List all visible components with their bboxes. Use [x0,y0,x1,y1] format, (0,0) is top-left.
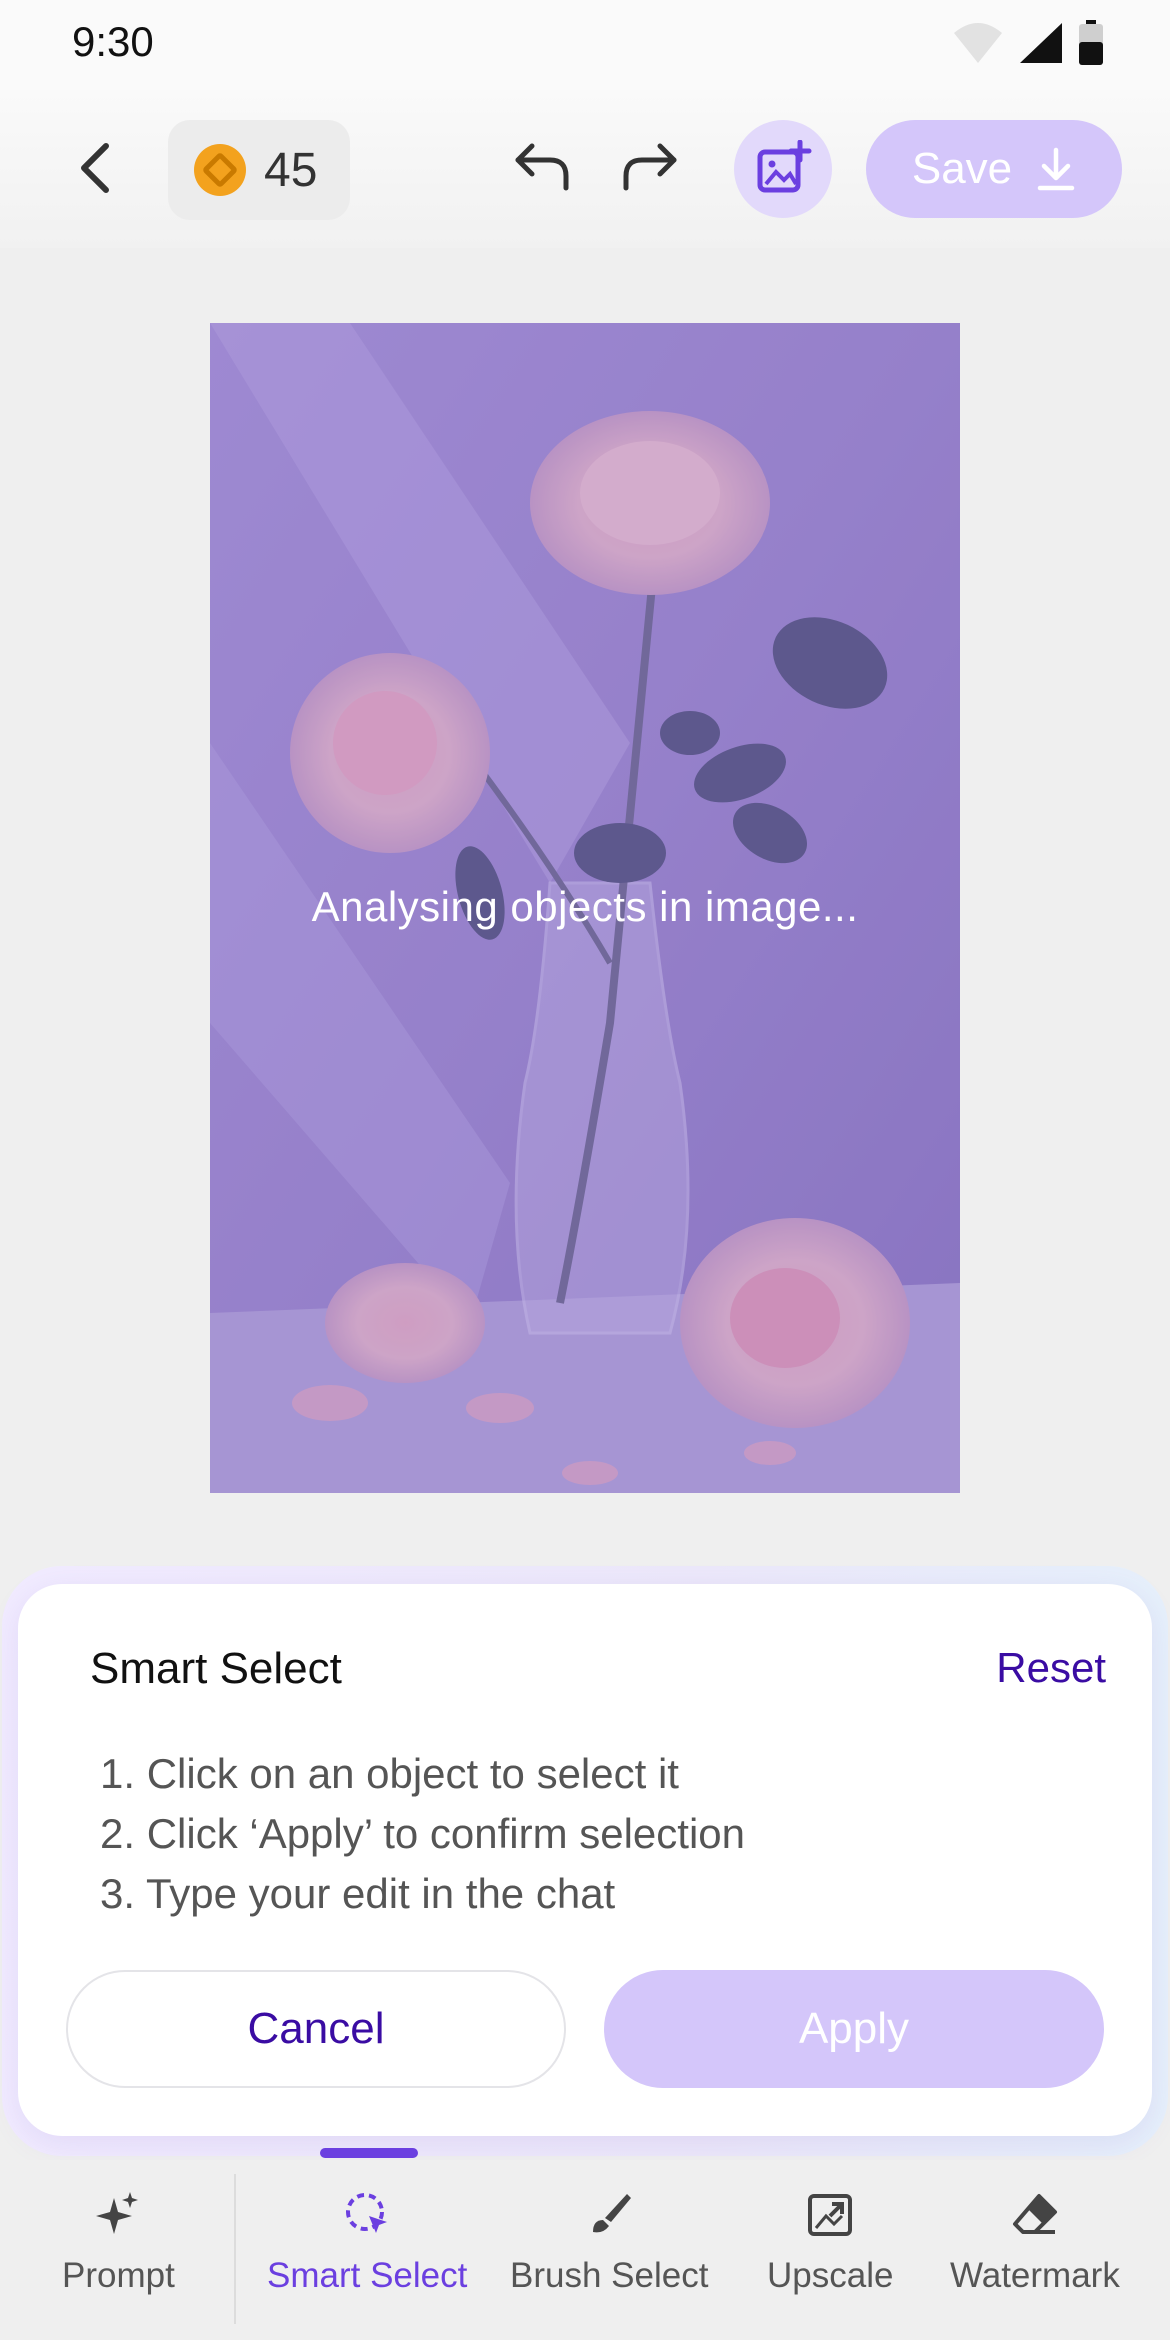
add-image-icon [757,140,812,193]
battery-icon [1079,20,1103,65]
upscale-icon [808,2194,853,2236]
eraser-icon [1012,2194,1057,2234]
tab-label: Brush Select [510,2256,709,2295]
undo-button[interactable] [510,140,574,196]
save-button[interactable]: Save [866,120,1122,218]
tab-prompt[interactable]: Prompt [62,2190,175,2296]
chevron-left-icon [81,143,109,193]
instruction-step: 2. Click ‘Apply’ to confirm selection [100,1810,746,1857]
smart-select-panel: Smart Select Reset 1. Click on an object… [18,1584,1152,2136]
instruction-step: 3. Type your edit in the chat [100,1870,616,1917]
instruction-step: 1. Click on an object to select it [100,1750,679,1797]
back-button[interactable] [70,138,126,198]
redo-icon [623,143,677,191]
status-bar: 9:30 [0,0,1170,88]
coin-icon [194,144,246,196]
tab-smart-select[interactable]: Smart Select [267,2190,467,2296]
analysing-status: Analysing objects in image... [311,883,859,930]
panel-title: Smart Select [90,1644,342,1693]
smart-select-icon [346,2193,388,2233]
status-time: 9:30 [72,18,154,65]
reset-button[interactable]: Reset [996,1644,1106,1692]
nav-divider [234,2174,236,2324]
tab-label: Watermark [950,2256,1120,2295]
download-icon [1037,147,1075,191]
tab-watermark[interactable]: Watermark [950,2190,1120,2296]
tab-label: Smart Select [267,2256,468,2295]
credits-badge[interactable]: 45 [168,120,350,220]
active-tab-indicator [320,2148,418,2158]
save-label: Save [911,144,1013,193]
image-canvas[interactable]: Analysing objects in image... [210,323,960,1493]
apply-button[interactable]: Apply [604,1970,1104,2088]
instructions-list: 1. Click on an object to select it 2. Cl… [100,1744,745,1924]
cancel-button[interactable]: Cancel [66,1970,566,2088]
undo-icon [515,143,569,191]
signal-icon [1020,23,1062,63]
sparkle-icon [96,2192,139,2234]
editor-header: 45 Save [0,88,1170,248]
brush-icon [593,2194,632,2233]
status-icons [952,20,1104,66]
tab-label: Prompt [62,2256,175,2295]
credits-count: 45 [264,143,318,197]
tab-upscale[interactable]: Upscale [767,2190,893,2296]
wifi-icon [954,23,1002,63]
tab-brush-select[interactable]: Brush Select [510,2190,708,2296]
tab-label: Upscale [767,2256,894,2295]
add-image-button[interactable] [734,120,832,218]
bottom-toolbar: Prompt Smart Select Brush Select Upscale… [0,2160,1170,2340]
redo-button[interactable] [618,140,682,196]
